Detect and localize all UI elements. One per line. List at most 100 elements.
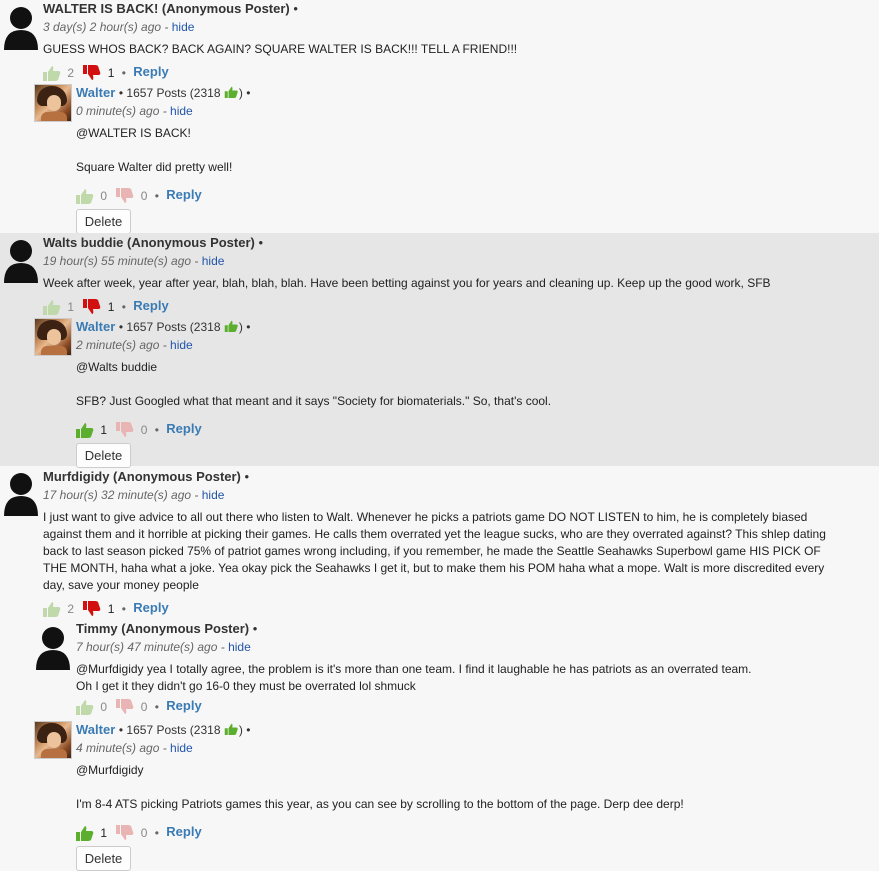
reply-author: Walter • 1657 Posts (2318 ) • xyxy=(76,722,251,737)
vote-bar: 1 1 • Reply xyxy=(43,295,869,317)
like-button[interactable] xyxy=(76,699,94,715)
dislike-button[interactable] xyxy=(116,421,134,438)
username-link[interactable]: Walter xyxy=(76,319,115,334)
like-button[interactable] xyxy=(76,188,94,204)
thumbs-up-icon xyxy=(76,188,94,204)
delete-button[interactable]: Delete xyxy=(76,443,131,468)
hide-link[interactable]: hide xyxy=(228,640,251,654)
thumbs-up-icon xyxy=(224,723,238,735)
avatar xyxy=(2,468,40,516)
thumbs-down-icon xyxy=(116,421,134,437)
comment-thread-1: WALTER IS BACK! (Anonymous Poster) • 3 d… xyxy=(0,0,879,234)
avatar xyxy=(2,2,40,50)
reply-link[interactable]: Reply xyxy=(133,298,168,313)
reply-time: 0 minute(s) ago - hide xyxy=(76,104,193,118)
like-count: 2 xyxy=(67,65,75,80)
comment-thread-3: Murfdigidy (Anonymous Poster) • 17 hour(… xyxy=(0,466,879,871)
comment-author: WALTER IS BACK! (Anonymous Poster) • xyxy=(43,1,298,16)
dislike-button[interactable] xyxy=(116,187,134,204)
avatar xyxy=(2,235,40,283)
dislike-count: 0 xyxy=(140,188,148,203)
thumbs-down-icon xyxy=(83,64,101,80)
thumbs-up-icon xyxy=(224,320,238,332)
comment-text: GUESS WHOS BACK? BACK AGAIN? SQUARE WALT… xyxy=(43,42,518,56)
vote-bar: 0 0 • Reply xyxy=(76,184,869,206)
delete-button[interactable]: Delete xyxy=(76,209,131,234)
reply-link[interactable]: Reply xyxy=(166,824,201,839)
thumbs-up-icon xyxy=(76,699,94,715)
vote-bar: 1 0 • Reply xyxy=(76,821,869,843)
like-count: 2 xyxy=(67,601,75,616)
thumbs-up-icon xyxy=(76,422,94,438)
reply-link[interactable]: Reply xyxy=(166,421,201,436)
dislike-button[interactable] xyxy=(116,698,134,715)
username-link[interactable]: Walter xyxy=(76,722,115,737)
thumbs-up-icon xyxy=(224,86,238,98)
dislike-count: 1 xyxy=(107,601,115,616)
hide-link[interactable]: hide xyxy=(170,104,193,118)
vote-bar: 2 1 • Reply xyxy=(43,597,869,619)
reply-text: @WALTER IS BACK! Square Walter did pretty… xyxy=(76,126,233,174)
hide-link[interactable]: hide xyxy=(172,20,195,34)
reply-link[interactable]: Reply xyxy=(133,600,168,615)
reply-time: 4 minute(s) ago - hide xyxy=(76,741,193,755)
anonymous-user-icon xyxy=(36,627,70,670)
reply-author: Walter • 1657 Posts (2318 ) • xyxy=(76,85,251,100)
reply-text: @Murfdigidy I'm 8-4 ATS picking Patriots … xyxy=(76,763,684,811)
thumbs-down-icon xyxy=(116,698,134,714)
reply-link[interactable]: Reply xyxy=(166,698,201,713)
thumbs-down-icon xyxy=(116,824,134,840)
reply-author: Timmy (Anonymous Poster) • xyxy=(76,621,258,636)
anonymous-user-icon xyxy=(4,7,38,50)
like-count: 0 xyxy=(100,188,108,203)
dislike-button[interactable] xyxy=(83,600,101,617)
dislike-count: 0 xyxy=(140,422,148,437)
thumbs-up-icon xyxy=(43,299,61,315)
comment-author: Murfdigidy (Anonymous Poster) • xyxy=(43,469,250,484)
walter-avatar xyxy=(34,721,72,759)
delete-button[interactable]: Delete xyxy=(76,846,131,871)
reply-text: @Walts buddie SFB? Just Googled what that… xyxy=(76,360,552,408)
like-count: 1 xyxy=(100,422,108,437)
dislike-count: 1 xyxy=(107,65,115,80)
like-button[interactable] xyxy=(76,422,94,438)
vote-bar: 1 0 • Reply xyxy=(76,418,869,440)
dislike-count: 0 xyxy=(140,825,148,840)
thumbs-down-icon xyxy=(83,298,101,314)
like-button[interactable] xyxy=(43,65,61,81)
vote-bar: 0 0 • Reply xyxy=(76,695,869,717)
comment-thread-2: Walts buddie (Anonymous Poster) • 19 hou… xyxy=(0,233,879,468)
hide-link[interactable]: hide xyxy=(170,741,193,755)
dislike-button[interactable] xyxy=(116,824,134,841)
like-button[interactable] xyxy=(43,299,61,315)
reply-time: 7 hour(s) 47 minute(s) ago - hide xyxy=(76,640,251,654)
hide-link[interactable]: hide xyxy=(202,488,225,502)
username-link[interactable]: Walter xyxy=(76,85,115,100)
comment-text: I just want to give advice to all out th… xyxy=(43,510,826,592)
anonymous-user-icon xyxy=(4,240,38,283)
reply-link[interactable]: Reply xyxy=(133,64,168,79)
hide-link[interactable]: hide xyxy=(170,338,193,352)
dislike-count: 1 xyxy=(107,299,115,314)
dislike-button[interactable] xyxy=(83,64,101,81)
walter-avatar xyxy=(34,318,72,356)
thumbs-down-icon xyxy=(116,187,134,203)
reply-text: @Murfdigidy yea I totally agree, the pro… xyxy=(76,662,752,693)
comment-text: Week after week, year after year, blah, … xyxy=(43,276,771,290)
comment-time: 3 day(s) 2 hour(s) ago - hide xyxy=(43,20,195,34)
hide-link[interactable]: hide xyxy=(202,254,225,268)
reply-author: Walter • 1657 Posts (2318 ) • xyxy=(76,319,251,334)
vote-bar: 2 1 • Reply xyxy=(43,61,869,83)
walter-avatar xyxy=(34,84,72,122)
dislike-count: 0 xyxy=(140,699,148,714)
thumbs-up-icon xyxy=(43,601,61,617)
like-count: 1 xyxy=(67,299,75,314)
comment-time: 17 hour(s) 32 minute(s) ago - hide xyxy=(43,488,225,502)
dislike-button[interactable] xyxy=(83,298,101,315)
comment-author: Walts buddie (Anonymous Poster) • xyxy=(43,235,264,250)
like-button[interactable] xyxy=(43,601,61,617)
like-button[interactable] xyxy=(76,825,94,841)
reply-link[interactable]: Reply xyxy=(166,187,201,202)
like-count: 1 xyxy=(100,825,108,840)
anonymous-user-icon xyxy=(4,473,38,516)
